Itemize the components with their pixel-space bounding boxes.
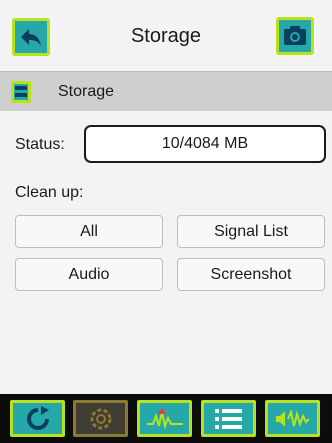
status-value: 10/4084 MB — [84, 125, 326, 163]
storage-icon — [11, 81, 31, 103]
bottom-nav — [0, 394, 332, 443]
cleanup-audio-button[interactable]: Audio — [15, 258, 163, 291]
tab-spectrum[interactable] — [137, 400, 192, 437]
list-icon — [212, 406, 246, 432]
cleanup-signal-list-button[interactable]: Signal List — [177, 215, 325, 248]
section-header: Storage — [0, 71, 332, 111]
tab-audio[interactable] — [265, 400, 320, 437]
status-label: Status: — [15, 136, 65, 153]
spectrum-icon — [145, 406, 185, 432]
gear-icon — [88, 406, 114, 432]
tab-list[interactable] — [201, 400, 256, 437]
screenshot-button[interactable] — [276, 17, 314, 55]
top-bar: Storage — [0, 0, 332, 71]
cleanup-all-button[interactable]: All — [15, 215, 163, 248]
refresh-icon — [23, 405, 53, 432]
camera-icon — [282, 23, 308, 49]
cleanup-label: Clean up: — [15, 184, 84, 201]
cleanup-screenshot-button[interactable]: Screenshot — [177, 258, 325, 291]
audio-waveform-icon — [273, 406, 313, 432]
section-label: Storage — [58, 83, 115, 100]
tab-refresh[interactable] — [10, 400, 65, 437]
tab-settings[interactable] — [73, 400, 128, 437]
